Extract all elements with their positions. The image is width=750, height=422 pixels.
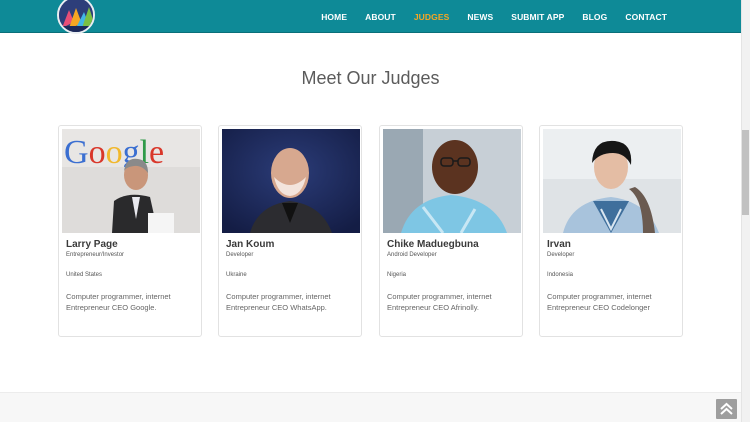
judge-role: Developer <box>226 252 254 258</box>
judge-card: Irvan Developer Indonesia Computer progr… <box>539 125 683 337</box>
scrollbar-thumb[interactable] <box>742 130 749 215</box>
site-logo[interactable] <box>57 0 95 34</box>
judge-name: Jan Koum <box>226 239 275 250</box>
judge-role: Entrepreneur/Investor <box>66 252 125 258</box>
judge-role: Android Developer <box>387 252 437 258</box>
judge-photo <box>543 129 681 233</box>
nav-judges[interactable]: JUDGES <box>414 12 450 22</box>
nav-blog[interactable]: BLOG <box>582 12 607 22</box>
judge-bio: Computer programmer, internet Entreprene… <box>66 292 171 312</box>
judge-name: Chike Maduegbuna <box>387 239 479 250</box>
top-navbar: HOME ABOUT JUDGES NEWS SUBMIT APP BLOG C… <box>0 0 741 34</box>
judge-card: Google Larry Page Entrepreneur/Investor … <box>58 125 202 337</box>
judge-card: Jan Koum Developer Ukraine Computer prog… <box>218 125 362 337</box>
judge-bio: Computer programmer, internet Entreprene… <box>547 292 652 312</box>
judge-photo <box>222 129 360 233</box>
nav-about[interactable]: ABOUT <box>365 12 396 22</box>
nav-home[interactable]: HOME <box>321 12 347 22</box>
judge-name: Irvan <box>547 239 571 250</box>
judge-country: Ukraine <box>226 272 247 278</box>
judge-role: Developer <box>547 252 575 258</box>
judge-country: United States <box>66 272 103 278</box>
judge-card: Chike Maduegbuna Android Developer Niger… <box>379 125 523 337</box>
nav-news[interactable]: NEWS <box>467 12 493 22</box>
google-logo-text: Google <box>64 134 164 171</box>
scroll-to-top-button[interactable] <box>716 399 737 419</box>
judge-country: Indonesia <box>547 272 574 278</box>
judge-country: Nigeria <box>387 272 407 278</box>
judge-bio: Computer programmer, internet Entreprene… <box>226 292 331 312</box>
judge-bio: Computer programmer, internet Entreprene… <box>387 292 492 312</box>
nav-contact[interactable]: CONTACT <box>625 12 667 22</box>
nav-submit-app[interactable]: SUBMIT APP <box>511 12 564 22</box>
judge-photo <box>383 129 521 233</box>
footer-section <box>0 392 741 422</box>
section-title: Meet Our Judges <box>301 68 440 88</box>
judge-name: Larry Page <box>66 239 118 250</box>
judge-photo: Google <box>62 129 200 233</box>
double-chevron-up-icon <box>720 402 733 415</box>
